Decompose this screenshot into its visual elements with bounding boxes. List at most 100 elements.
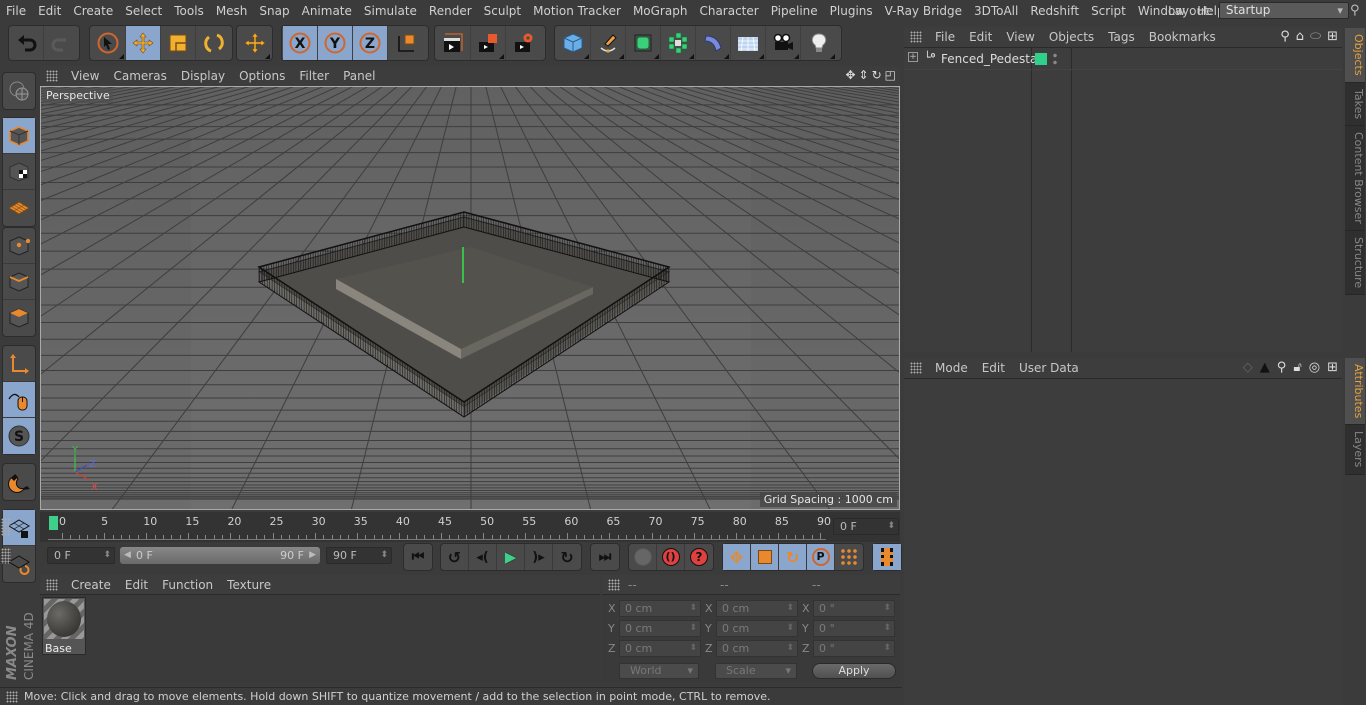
range-right-arrow-icon[interactable]: ▶ — [309, 547, 316, 564]
new-panel-icon[interactable]: ⊞ — [1327, 360, 1338, 375]
size-x-field[interactable]: 0 cm ⬍ — [716, 600, 798, 617]
redo-button[interactable] — [44, 26, 78, 60]
material-menu-create[interactable]: Create — [64, 578, 118, 592]
model-mode-button[interactable] — [3, 118, 35, 154]
rot-b-field[interactable]: 0 ° ⬍ — [813, 640, 895, 657]
key-position-button[interactable]: ✥ — [723, 544, 751, 570]
apply-button[interactable]: Apply — [812, 663, 896, 679]
grip-icon[interactable] — [608, 578, 620, 591]
next-frame-button[interactable]: )▸ — [525, 544, 553, 570]
tab-layers[interactable]: Layers — [1345, 425, 1365, 475]
rotate-tool-button[interactable] — [196, 26, 231, 60]
menu-3dtoall[interactable]: 3DToAll — [968, 4, 1024, 18]
render-settings-button[interactable] — [506, 26, 541, 60]
menu-edit[interactable]: Edit — [32, 4, 67, 18]
previous-frame-button[interactable]: ◂( — [469, 544, 497, 570]
menu-motion-tracker[interactable]: Motion Tracker — [527, 4, 627, 18]
go-to-end-button[interactable]: ⏭ — [591, 544, 619, 570]
axis-mode-button[interactable] — [3, 346, 35, 382]
menu-mograph[interactable]: MoGraph — [627, 4, 694, 18]
material-menu-function[interactable]: Function — [155, 578, 220, 592]
autokeying-button[interactable]: ? — [685, 544, 713, 570]
attributes-menu-user-data[interactable]: User Data — [1012, 361, 1086, 375]
back-history-icon[interactable]: ◇ — [1243, 360, 1253, 375]
attributes-menu-edit[interactable]: Edit — [975, 361, 1012, 375]
key-rotation-button[interactable]: ↻ — [779, 544, 807, 570]
workplane-mode-button[interactable] — [3, 190, 35, 226]
viewport-menu-options[interactable]: Options — [232, 69, 292, 83]
deformer-button[interactable] — [696, 26, 731, 60]
start-frame-field[interactable]: 0 F ⬍ — [47, 547, 115, 564]
pos-z-field[interactable]: 0 cm ⬍ — [619, 640, 701, 657]
make-editable-button[interactable] — [3, 73, 35, 109]
objects-menu-bookmarks[interactable]: Bookmarks — [1142, 30, 1223, 44]
material-menu-texture[interactable]: Texture — [220, 578, 278, 592]
viewport-menu-display[interactable]: Display — [174, 69, 232, 83]
maximize-view-icon[interactable]: ◰ — [885, 68, 896, 82]
playback-grip-icon[interactable] — [1, 548, 11, 564]
live-selection-button[interactable] — [91, 26, 126, 60]
menu-render[interactable]: Render — [423, 4, 478, 18]
menu-sculpt[interactable]: Sculpt — [478, 4, 527, 18]
tab-attributes[interactable]: Attributes — [1345, 358, 1365, 426]
pen-button[interactable] — [591, 26, 626, 60]
menu-select[interactable]: Select — [119, 4, 168, 18]
scale-tool-button[interactable] — [161, 26, 196, 60]
home-icon[interactable]: ⌂ — [1296, 29, 1304, 44]
viewport-menu-view[interactable]: View — [64, 69, 106, 83]
objects-menu-tags[interactable]: Tags — [1101, 30, 1142, 44]
key-pla-button[interactable] — [835, 544, 863, 570]
menu-tools[interactable]: Tools — [168, 4, 210, 18]
menu-pipeline[interactable]: Pipeline — [765, 4, 824, 18]
timeline-window-button[interactable] — [873, 544, 901, 570]
previous-keyframe-button[interactable]: ↺ — [441, 544, 469, 570]
material-base[interactable]: Base — [42, 597, 86, 655]
cloner-button[interactable] — [661, 26, 696, 60]
end-frame-field[interactable]: 90 F ⬍ — [326, 547, 392, 564]
viewport-menu-cameras[interactable]: Cameras — [106, 69, 173, 83]
object-name[interactable]: Fenced_Pedestal — [941, 52, 1041, 66]
tab-objects[interactable]: Objects — [1345, 28, 1365, 83]
size-y-field[interactable]: 0 cm ⬍ — [716, 620, 798, 637]
pan-view-icon[interactable]: ✥ — [845, 68, 855, 82]
grip-icon[interactable] — [46, 578, 58, 591]
tweak-mode-button[interactable] — [3, 382, 35, 418]
objects-menu-file[interactable]: File — [928, 30, 962, 44]
polygons-mode-button[interactable] — [3, 300, 35, 336]
objects-menu-view[interactable]: View — [999, 30, 1041, 44]
range-left-arrow-icon[interactable]: ◀ — [124, 547, 131, 564]
z-axis-lock-button[interactable]: Z — [353, 26, 388, 60]
viewport-menu-panel[interactable]: Panel — [336, 69, 382, 83]
frame-range-slider[interactable]: ◀ 0 F 90 F ▶ — [120, 547, 320, 564]
up-arrow-icon[interactable]: ▲ — [1260, 360, 1270, 375]
rotate-view-icon[interactable]: ↻ — [872, 68, 882, 82]
menu-vray-bridge[interactable]: V-Ray Bridge — [879, 4, 968, 18]
new-panel-icon[interactable]: ⊞ — [1327, 29, 1338, 44]
menu-snap[interactable]: Snap — [253, 4, 295, 18]
menu-script[interactable]: Script — [1085, 4, 1132, 18]
grip-icon[interactable] — [46, 70, 58, 82]
target-icon[interactable]: ◎ — [1309, 360, 1320, 375]
tab-content-browser[interactable]: Content Browser — [1345, 125, 1365, 231]
key-parameter-button[interactable]: P — [807, 544, 835, 570]
search-icon[interactable]: ⚲ — [1277, 360, 1287, 375]
snap-button[interactable] — [3, 464, 35, 500]
render-view-button[interactable] — [436, 26, 471, 60]
link-icon[interactable]: ⬭ — [1310, 29, 1321, 44]
menu-character[interactable]: Character — [693, 4, 764, 18]
menu-mesh[interactable]: Mesh — [210, 4, 254, 18]
record-active-objects-button[interactable]: () — [657, 544, 685, 570]
timeline-grip-icon[interactable] — [1, 518, 11, 536]
move-tool-button[interactable] — [126, 26, 161, 60]
tab-structure[interactable]: Structure — [1345, 230, 1365, 295]
solo-mode-button[interactable]: S — [3, 418, 35, 454]
undo-button[interactable] — [10, 26, 45, 60]
current-frame-field[interactable]: 0 F ⬍ — [833, 518, 899, 535]
menu-redshift[interactable]: Redshift — [1024, 4, 1085, 18]
coordinate-mode-select[interactable]: World — [619, 663, 699, 679]
objects-menu-edit[interactable]: Edit — [962, 30, 999, 44]
key-scale-button[interactable] — [751, 544, 779, 570]
coordinate-system-button[interactable] — [388, 26, 423, 60]
menu-file[interactable]: File — [0, 4, 32, 18]
motion-record-button[interactable] — [629, 544, 657, 570]
